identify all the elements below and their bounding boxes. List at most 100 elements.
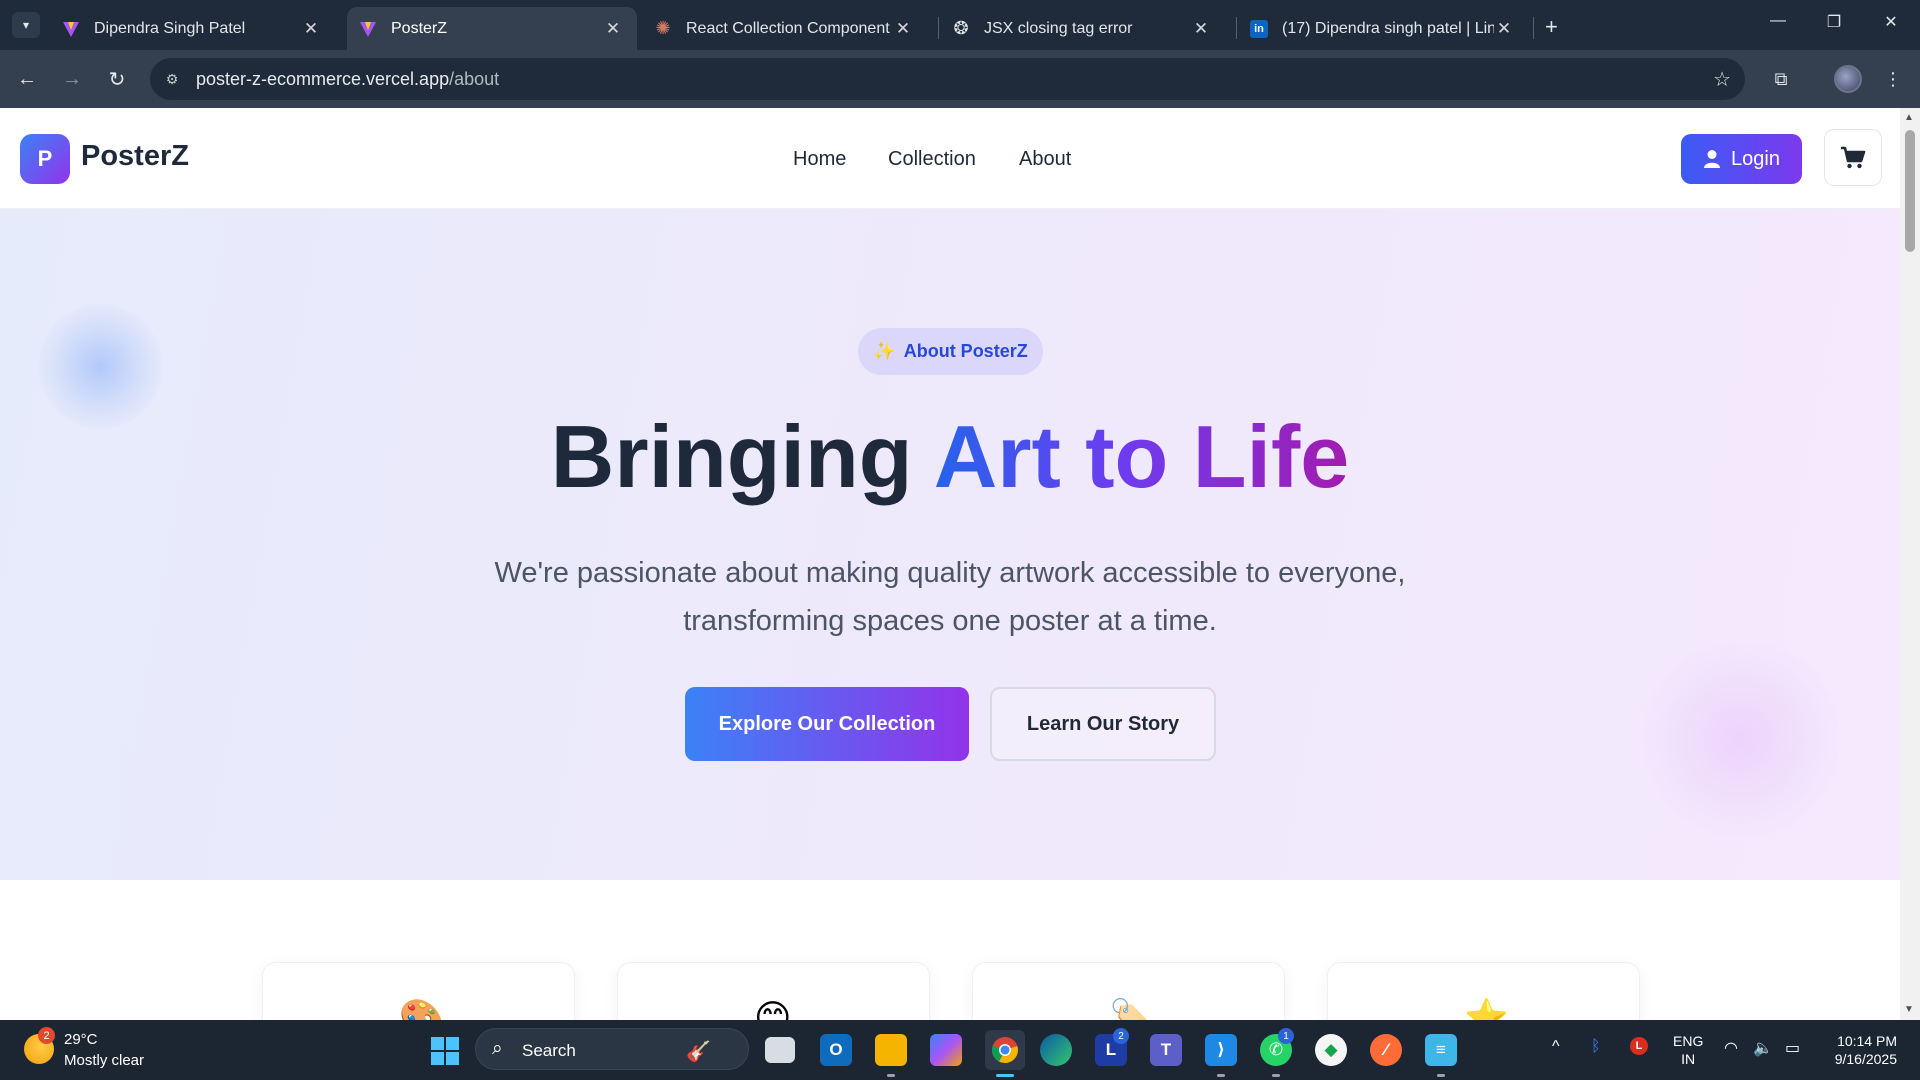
claude-favicon-icon: ✺ — [655, 18, 671, 38]
profile-avatar[interactable] — [1834, 65, 1862, 93]
tab-jsx-error[interactable]: ❂ JSX closing tag error ✕ — [940, 7, 1225, 50]
close-tab-icon[interactable]: ✕ — [1191, 19, 1211, 39]
weather-temperature[interactable]: 29°C — [64, 1031, 98, 1048]
feature-card: 😊 — [617, 962, 930, 1020]
task-view-icon[interactable] — [765, 1037, 795, 1063]
wifi-icon[interactable]: ◠ — [1724, 1038, 1738, 1058]
tab-dipendra-portfolio[interactable]: Dipendra Singh Patel ✕ — [50, 7, 335, 50]
tab-title: Dipendra Singh Patel — [94, 19, 246, 37]
chatgpt-favicon-icon: ❂ — [953, 18, 969, 38]
site-info-icon[interactable]: ⚙ — [162, 69, 182, 89]
nav-link-collection[interactable]: Collection — [888, 148, 976, 171]
edge-icon[interactable] — [1040, 1034, 1072, 1066]
file-explorer-icon[interactable] — [875, 1034, 907, 1066]
back-arrow-icon[interactable]: ← — [14, 66, 40, 92]
tab-posterz[interactable]: PosterZ ✕ — [347, 7, 637, 50]
tab-linkedin[interactable]: in (17) Dipendra singh patel | LinkedIn … — [1238, 7, 1528, 50]
restore-window-icon[interactable]: ❐ — [1814, 12, 1854, 32]
close-tab-icon[interactable]: ✕ — [893, 19, 913, 39]
tab-separator — [938, 17, 939, 39]
bookmark-star-icon[interactable]: ☆ — [1713, 67, 1731, 92]
learn-story-button[interactable]: Learn Our Story — [990, 687, 1216, 761]
hero-section: ✨ About PosterZ Bringing Art to Life We'… — [0, 209, 1900, 880]
running-indicator-active — [996, 1074, 1014, 1077]
bluetooth-icon[interactable]: ᛒ — [1591, 1038, 1601, 1056]
address-bar[interactable]: ⚙ poster-z-ecommerce.vercel.app/about ☆ — [150, 58, 1745, 100]
show-hidden-icons-chevron-icon[interactable]: ^ — [1552, 1038, 1560, 1056]
page-scrollbar[interactable]: ▲ ▼ — [1900, 108, 1920, 1020]
user-icon — [1704, 150, 1721, 168]
headline-gradient-part: Art to Life — [933, 407, 1350, 506]
login-button[interactable]: Login — [1681, 134, 1802, 184]
tag-icon: 🏷️ — [1109, 997, 1154, 1020]
hero-subtitle: We're passionate about making quality ar… — [400, 549, 1500, 645]
copilot-icon[interactable] — [930, 1034, 962, 1066]
subtitle-line-2: transforming spaces one poster at a time… — [683, 605, 1217, 637]
clock-date: 9/16/2025 — [1834, 1051, 1897, 1067]
nav-link-about[interactable]: About — [1019, 148, 1071, 171]
vscode-icon[interactable]: ⟩ — [1205, 1034, 1237, 1066]
scroll-down-arrow-icon[interactable]: ▼ — [1904, 1004, 1914, 1015]
windows-start-icon[interactable] — [431, 1037, 459, 1065]
forward-arrow-icon[interactable]: → — [59, 66, 85, 92]
page-viewport: P PosterZ Home Collection About Login ✨ … — [0, 108, 1900, 1020]
close-tab-icon[interactable]: ✕ — [301, 19, 321, 39]
tab-search-button[interactable]: ▾ — [12, 12, 40, 38]
tab-separator — [1533, 17, 1534, 39]
lenovo-vantage-icon[interactable]: L — [1630, 1037, 1648, 1055]
search-highlight-guitar-icon: 🎸 — [686, 1041, 711, 1063]
scroll-up-arrow-icon[interactable]: ▲ — [1904, 112, 1914, 123]
running-indicator — [1272, 1074, 1280, 1077]
running-indicator — [1217, 1074, 1225, 1077]
mongodb-icon[interactable]: ◆ — [1315, 1034, 1347, 1066]
scrollbar-thumb[interactable] — [1905, 130, 1915, 252]
system-clock[interactable]: 10:14 PM 9/16/2025 — [1825, 1032, 1897, 1068]
url-text[interactable]: poster-z-ecommerce.vercel.app/about — [196, 69, 499, 90]
site-header: P PosterZ Home Collection About Login — [0, 108, 1900, 209]
teams-icon[interactable]: T — [1150, 1034, 1182, 1066]
vite-favicon-icon — [359, 20, 377, 38]
chrome-icon[interactable] — [985, 1030, 1025, 1070]
new-tab-plus-icon[interactable]: + — [1545, 14, 1558, 40]
reload-icon[interactable]: ↻ — [104, 66, 130, 92]
hero-headline: Bringing Art to Life — [0, 407, 1900, 506]
explore-collection-button[interactable]: Explore Our Collection — [685, 687, 969, 761]
volume-icon[interactable]: 🔈 — [1753, 1038, 1773, 1058]
feature-card: 🏷️ — [972, 962, 1285, 1020]
logo-badge[interactable]: P — [20, 134, 70, 184]
url-path: /about — [449, 69, 500, 89]
minimize-window-icon[interactable]: — — [1758, 12, 1798, 30]
chrome-logo-icon — [991, 1037, 1018, 1064]
region-code: IN — [1681, 1051, 1696, 1067]
feature-card: ⭐ — [1327, 962, 1640, 1020]
input-language-indicator[interactable]: ENG IN — [1673, 1032, 1703, 1068]
notepad-icon[interactable]: ≡ — [1425, 1034, 1457, 1066]
browser-toolbar: ← → ↻ ⚙ poster-z-ecommerce.vercel.app/ab… — [0, 50, 1920, 108]
vite-favicon-icon — [62, 20, 80, 38]
search-icon: ⌕ — [492, 1038, 503, 1059]
sparkle-icon: ✨ — [873, 341, 896, 361]
headline-dark-part: Bringing — [550, 407, 913, 506]
taskbar-search-label: Search — [522, 1041, 576, 1060]
postman-icon[interactable]: ⁄ — [1370, 1034, 1402, 1066]
outlook-icon[interactable]: O — [820, 1034, 852, 1066]
cart-button[interactable] — [1824, 129, 1882, 186]
clock-time: 10:14 PM — [1837, 1033, 1897, 1049]
close-tab-icon[interactable]: ✕ — [603, 19, 623, 39]
tab-react-collection[interactable]: ✺ React Collection Component UI ✕ — [642, 7, 927, 50]
shopping-cart-icon — [1841, 146, 1866, 168]
nav-link-home[interactable]: Home — [793, 148, 846, 171]
extensions-puzzle-icon[interactable]: ⧉ — [1768, 66, 1794, 92]
battery-icon[interactable]: ▭ — [1785, 1038, 1800, 1058]
close-tab-icon[interactable]: ✕ — [1494, 19, 1514, 39]
whatsapp-notification-badge: 1 — [1278, 1028, 1294, 1044]
logo-text[interactable]: PosterZ — [81, 140, 189, 173]
browser-menu-icon[interactable]: ⋮ — [1880, 66, 1906, 92]
weather-description[interactable]: Mostly clear — [64, 1052, 144, 1069]
decorative-blur-blob — [1640, 639, 1840, 839]
close-window-icon[interactable]: ✕ — [1871, 12, 1911, 32]
language-code: ENG — [1673, 1033, 1704, 1049]
login-label: Login — [1731, 147, 1780, 170]
taskbar-search[interactable]: ⌕ Search 🎸 — [475, 1028, 749, 1070]
tab-title: JSX closing tag error — [984, 19, 1133, 37]
